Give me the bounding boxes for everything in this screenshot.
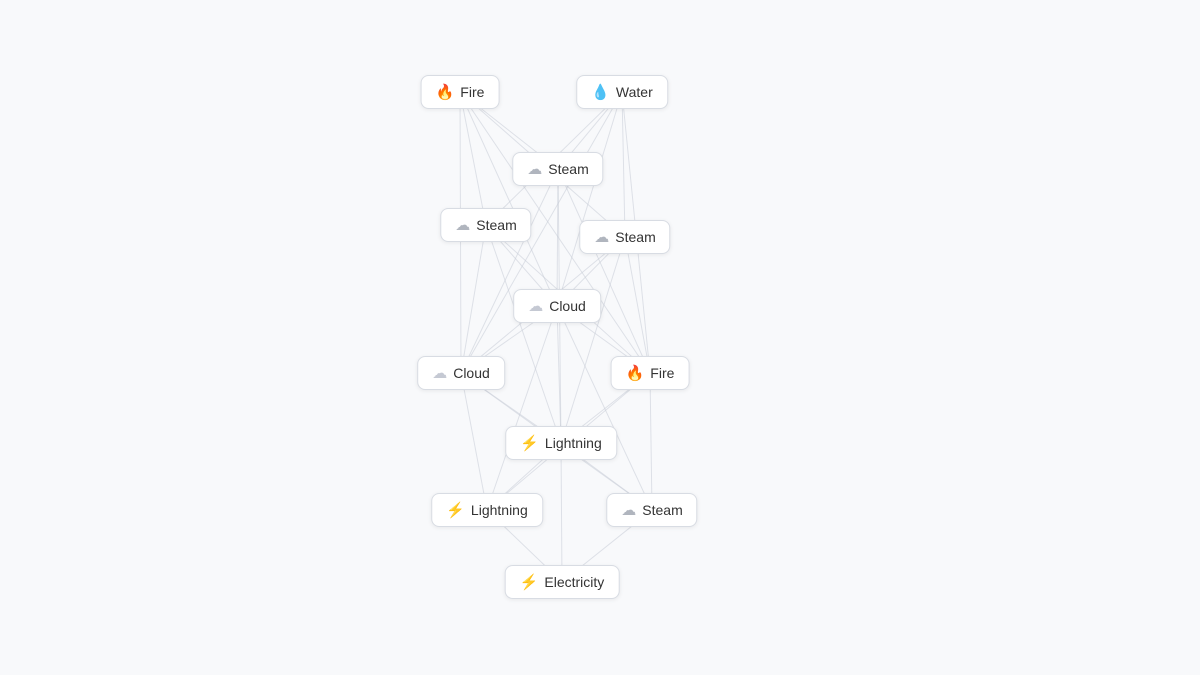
node-label-electricity1: Electricity — [544, 574, 604, 590]
node-icon-cloud2: ☁ — [432, 364, 447, 382]
node-icon-fire1: 🔥 — [436, 83, 455, 101]
node-icon-cloud1: ☁ — [528, 297, 543, 315]
node-steam4[interactable]: ☁ Steam — [606, 493, 697, 527]
node-icon-steam1: ☁ — [527, 160, 542, 178]
node-label-cloud2: Cloud — [453, 365, 490, 381]
node-fire1[interactable]: 🔥 Fire — [421, 75, 500, 109]
node-label-lightning2: Lightning — [471, 502, 528, 518]
node-steam1[interactable]: ☁ Steam — [512, 152, 603, 186]
node-cloud2[interactable]: ☁ Cloud — [417, 356, 505, 390]
node-label-fire2: Fire — [650, 365, 674, 381]
node-label-steam2: Steam — [476, 217, 516, 233]
node-label-steam4: Steam — [642, 502, 682, 518]
node-icon-steam4: ☁ — [621, 501, 636, 519]
node-label-steam1: Steam — [548, 161, 588, 177]
node-label-steam3: Steam — [615, 229, 655, 245]
node-label-lightning1: Lightning — [545, 435, 602, 451]
graph-container: 🔥 Fire 💧 Water ☁ Steam ☁ Steam ☁ Steam ☁ Cloud ☁ Clou… — [0, 0, 1200, 675]
node-cloud1[interactable]: ☁ Cloud — [513, 289, 601, 323]
node-icon-water1: 💧 — [591, 83, 610, 101]
node-icon-electricity1: ⚡ — [520, 573, 539, 591]
node-steam3[interactable]: ☁ Steam — [579, 220, 670, 254]
node-icon-lightning1: ⚡ — [520, 434, 539, 452]
node-fire2[interactable]: 🔥 Fire — [611, 356, 690, 390]
node-icon-steam3: ☁ — [594, 228, 609, 246]
node-water1[interactable]: 💧 Water — [576, 75, 668, 109]
node-icon-fire2: 🔥 — [626, 364, 645, 382]
node-label-cloud1: Cloud — [549, 298, 586, 314]
node-label-water1: Water — [616, 84, 653, 100]
node-lightning1[interactable]: ⚡ Lightning — [505, 426, 617, 460]
node-label-fire1: Fire — [460, 84, 484, 100]
node-steam2[interactable]: ☁ Steam — [440, 208, 531, 242]
node-electricity1[interactable]: ⚡ Electricity — [505, 565, 620, 599]
node-icon-steam2: ☁ — [455, 216, 470, 234]
node-lightning2[interactable]: ⚡ Lightning — [431, 493, 543, 527]
node-icon-lightning2: ⚡ — [446, 501, 465, 519]
